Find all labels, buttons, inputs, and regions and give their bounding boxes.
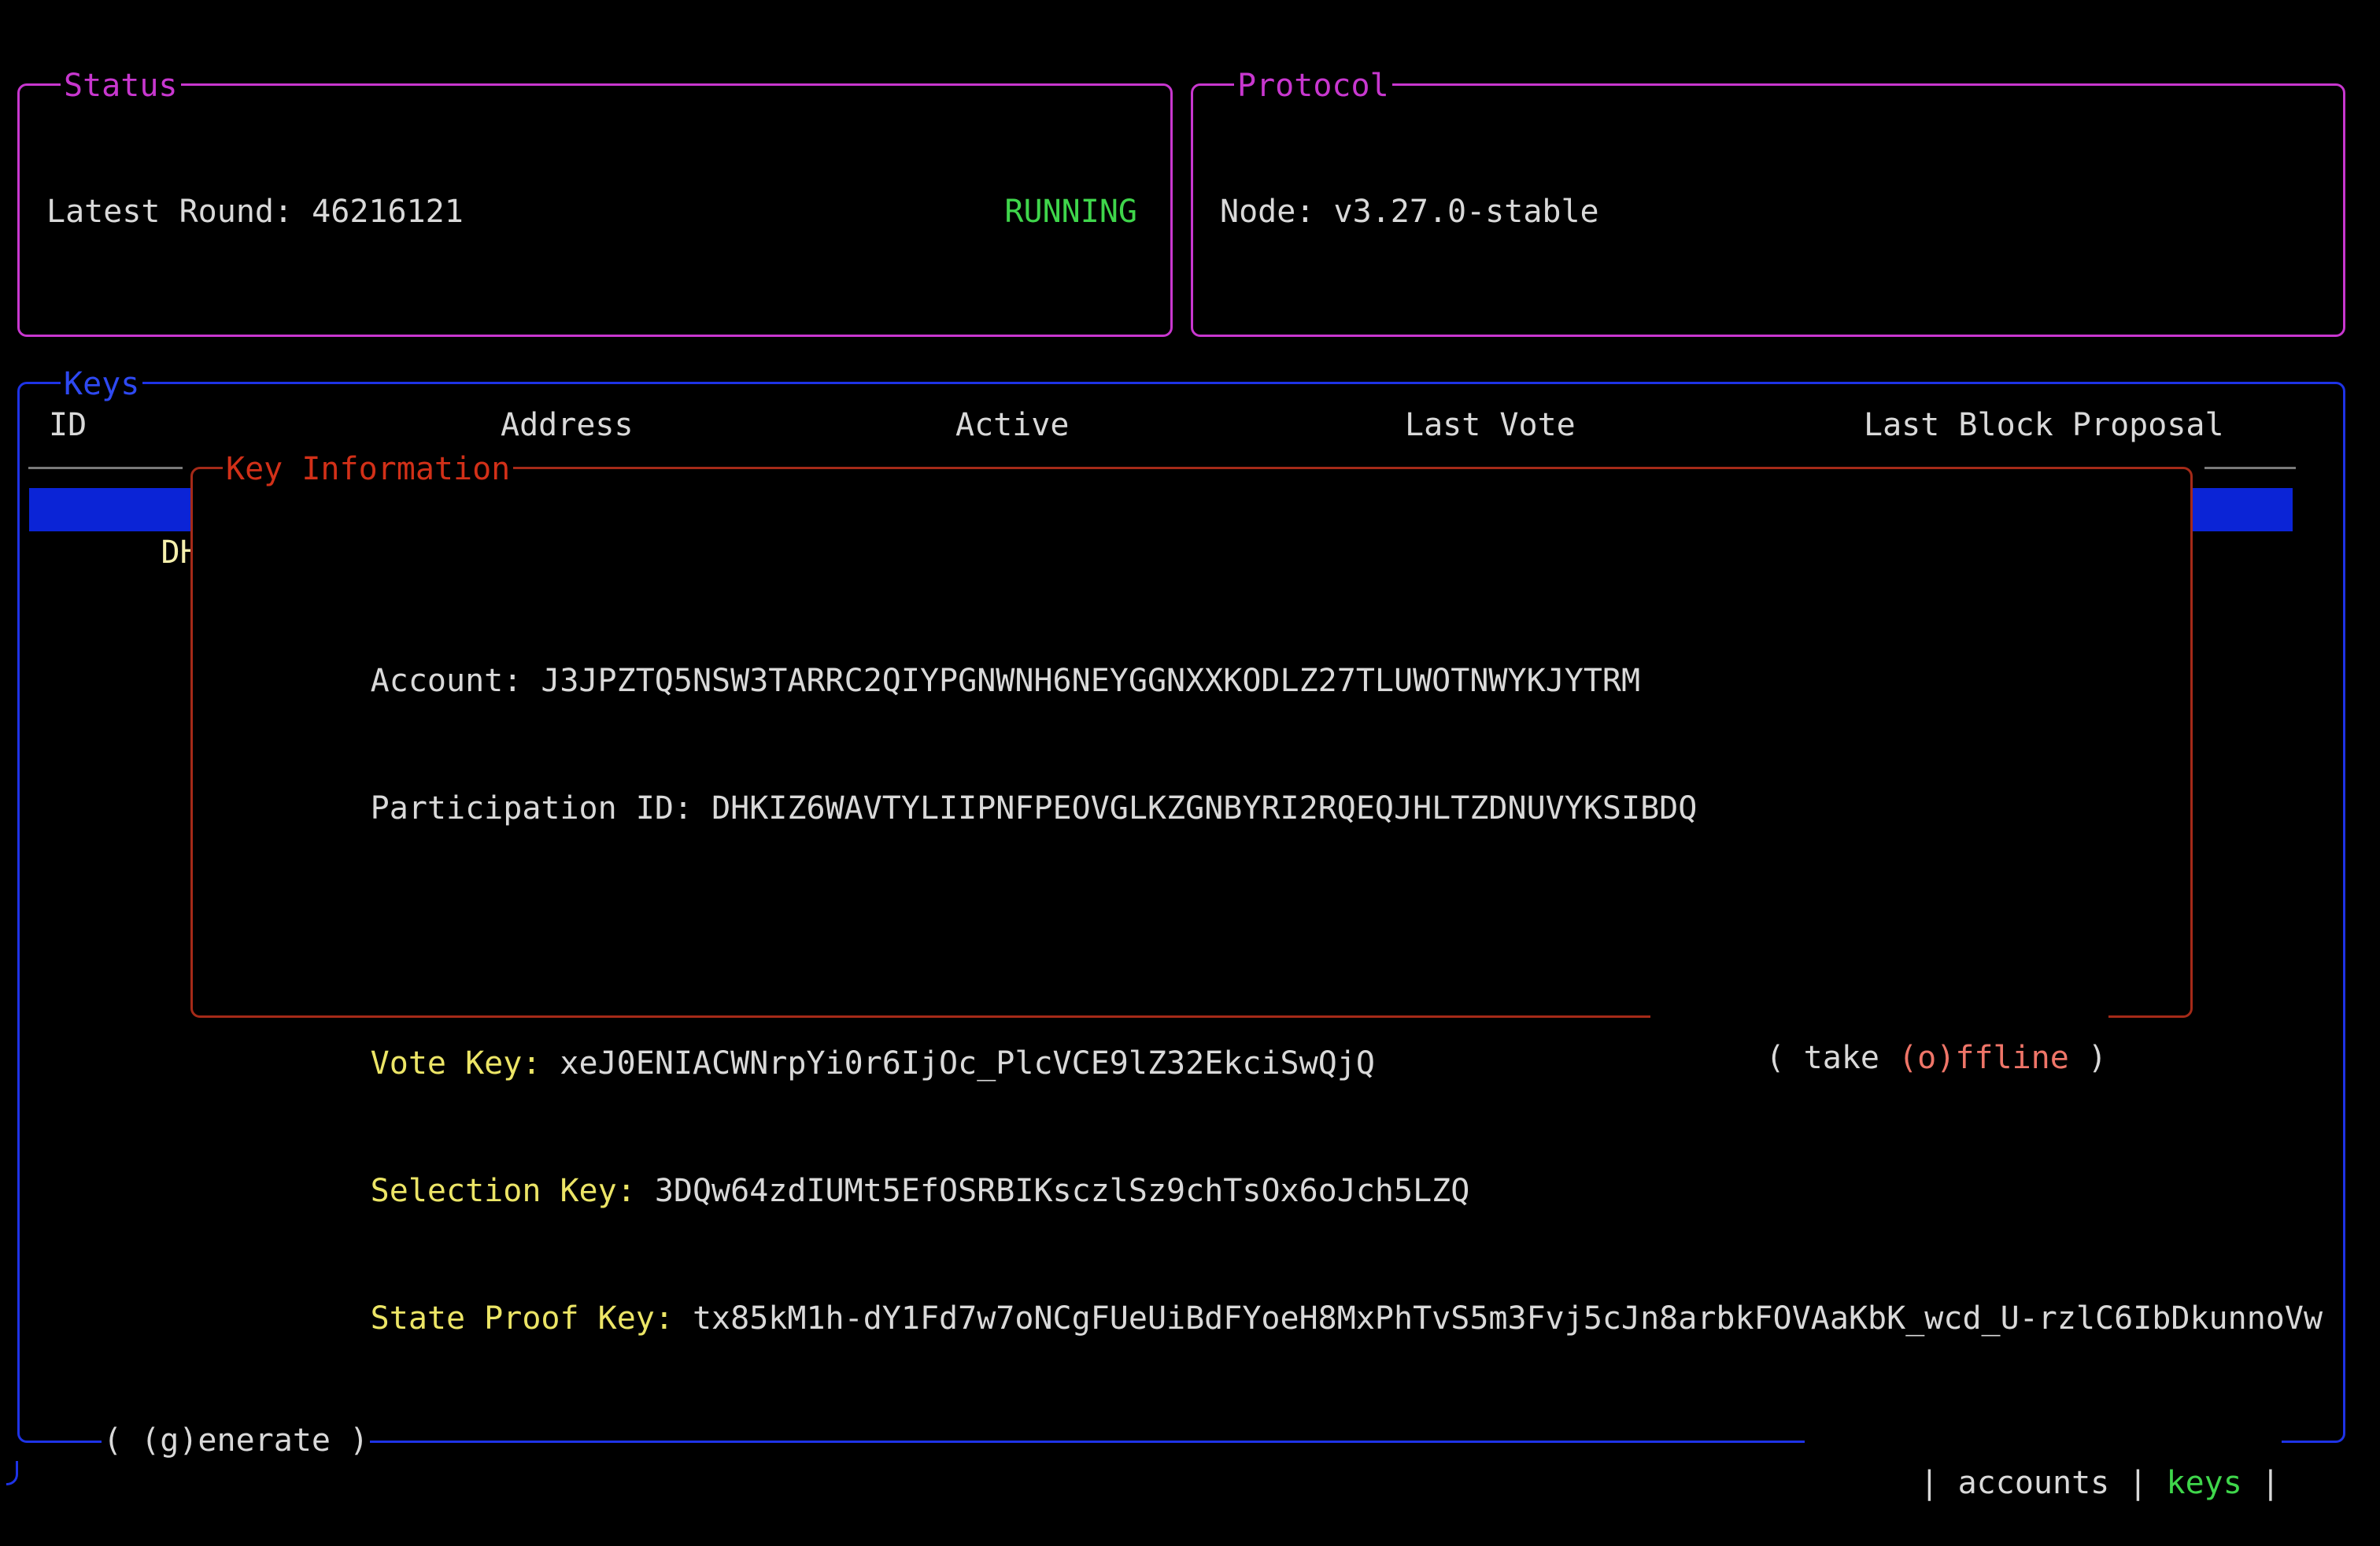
column-header-id: ID [49, 404, 87, 446]
participation-id-line: Participation ID:DHKIZ6WAVTYLIIPNFPEOVGL… [219, 745, 2175, 787]
vote-first-valid-line: Vote First Valid:46200210 [219, 1510, 2175, 1546]
status-row-latest-round: Latest Round: 46216121 RUNNING [46, 191, 1137, 234]
column-header-address: Address [501, 404, 634, 446]
status-panel-title: Status [61, 65, 181, 107]
selection-key-line: Selection Key:3DQw64zdIUMt5EfOSRBIKsczlS… [219, 1127, 2175, 1170]
take-offline-prefix: ( take [1766, 1040, 1899, 1076]
protocol-panel: Protocol Node: v3.27.0-stable Network: m… [1191, 83, 2345, 337]
node-version-text: Node: v3.27.0-stable [1220, 191, 1599, 234]
take-offline-suffix: ) [2069, 1040, 2107, 1076]
blank-line [1220, 318, 2310, 361]
blank-line [219, 1382, 2175, 1425]
protocol-row-node: Node: v3.27.0-stable [1220, 191, 2310, 234]
participation-id-value: DHKIZ6WAVTYLIIPNFPEOVGLKZGNBYRI2RQEQJHLT… [711, 790, 1697, 827]
tab-separator: | [2242, 1465, 2280, 1501]
node-state-badge: RUNNING [1004, 191, 1137, 234]
keys-panel-title: Keys [61, 363, 142, 405]
border-corner-artifact [6, 1461, 18, 1485]
state-proof-key-line: State Proof Key:tx85kM1h-dY1Fd7w7oNCgFUe… [219, 1255, 2175, 1297]
status-panel: Status Latest Round: 46216121 RUNNING --… [17, 83, 1173, 337]
header-separator-left [28, 467, 183, 469]
key-information-dialog: Key Information Account:J3JPZTQ5NSW3TARR… [190, 467, 2193, 1018]
tab-keys[interactable]: keys [2167, 1465, 2242, 1501]
take-offline-button[interactable]: ( take (o)ffline ) [1650, 994, 2108, 1037]
vote-key-label: Vote Key: [371, 1045, 541, 1082]
terminal-screen: Status Latest Round: 46216121 RUNNING --… [0, 0, 2380, 1546]
selection-key-label: Selection Key: [371, 1173, 636, 1209]
protocol-panel-title: Protocol [1234, 65, 1392, 107]
state-proof-key-label: State Proof Key: [371, 1300, 674, 1337]
take-offline-key-hint: (o)ffline [1898, 1040, 2069, 1076]
account-line: Account:J3JPZTQ5NSW3TARRC2QIYPGNWNH6NEYG… [219, 617, 2175, 660]
state-proof-key-value: tx85kM1h-dY1Fd7w7oNCgFUeUiBdFYoeH8MxPhTv… [693, 1300, 2323, 1337]
blank-line [219, 872, 2175, 915]
key-information-title: Key Information [223, 448, 513, 490]
blank-line [46, 318, 1137, 361]
account-label: Account: [371, 663, 523, 699]
participation-id-label: Participation ID: [371, 790, 693, 827]
column-header-last-vote: Last Vote [1405, 404, 1576, 446]
header-separator-right [2204, 467, 2296, 469]
selection-key-value: 3DQw64zdIUMt5EfOSRBIKsczlSz9chTsOx6oJch5… [655, 1173, 1470, 1209]
vote-key-value: xeJ0ENIACWNrpYi0r6IjOc_PlcVCE9lZ32EkciSw… [560, 1045, 1375, 1082]
column-header-last-block-proposal: Last Block Proposal [1864, 404, 2224, 446]
latest-round-text: Latest Round: 46216121 [46, 191, 464, 234]
column-header-active: Active [955, 404, 1070, 446]
account-value: J3JPZTQ5NSW3TARRC2QIYPGNWNH6NEYGGNXXKODL… [541, 663, 1640, 699]
